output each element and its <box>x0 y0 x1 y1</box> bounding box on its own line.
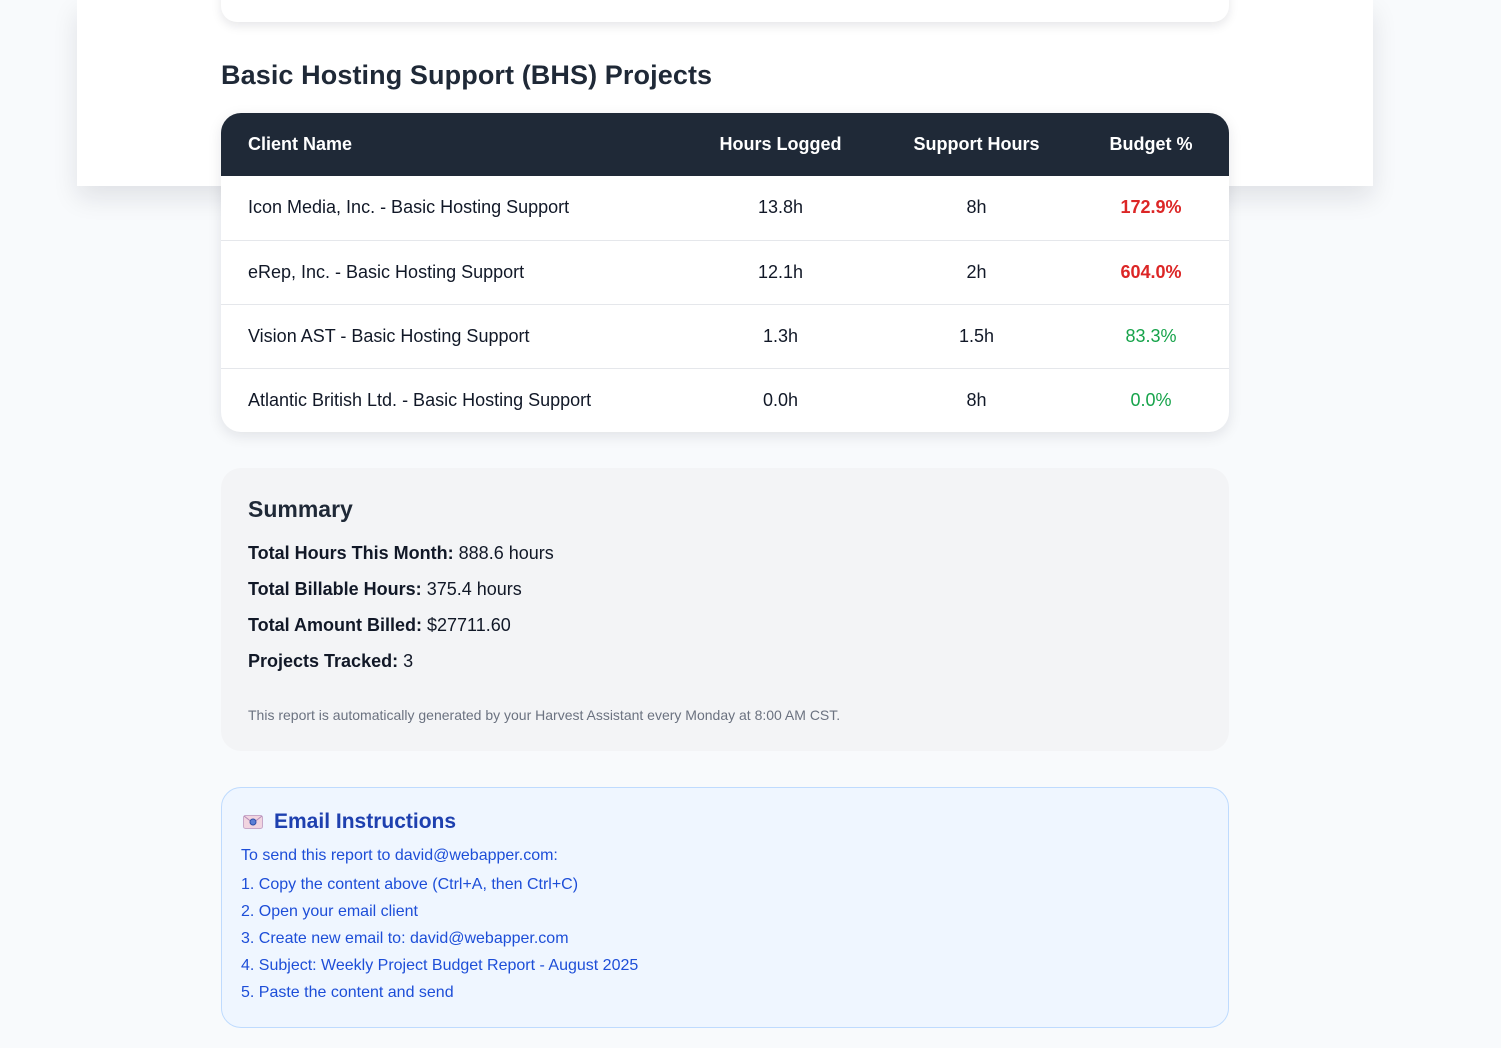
budget-percent-cell: 0.0% <box>1130 389 1172 410</box>
table-row: Icon Media, Inc. - Basic Hosting Support… <box>221 176 1229 240</box>
summary-value: $27711.60 <box>427 615 511 635</box>
email-step: 1. Copy the content above (Ctrl+A, then … <box>241 876 579 893</box>
email-step: 3. Create new email to: david@webapper.c… <box>241 930 569 947</box>
summary-label: Total Billable Hours: <box>248 579 422 599</box>
email-instructions-panel: Email Instructions To send this report t… <box>221 787 1229 1028</box>
report-page: Basic Hosting Support (BHS) Projects Cli… <box>0 0 1501 1048</box>
summary-note: This report is automatically generated b… <box>248 707 841 723</box>
summary-label: Total Hours This Month: <box>248 543 454 563</box>
column-header-hours-logged: Hours Logged <box>719 134 842 154</box>
section-title: Basic Hosting Support (BHS) Projects <box>221 60 713 90</box>
hours-logged-cell: 1.3h <box>762 325 799 346</box>
email-step: 4. Subject: Weekly Project Budget Report… <box>241 957 639 974</box>
support-hours-cell: 8h <box>966 389 987 410</box>
client-name-cell: Vision AST - Basic Hosting Support <box>248 325 530 346</box>
support-hours-cell: 8h <box>966 197 987 218</box>
hours-logged-cell: 12.1h <box>757 261 804 282</box>
table-row: eRep, Inc. - Basic Hosting Support 12.1h… <box>221 240 1229 304</box>
summary-billable-hours: Total Billable Hours: 375.4 hours <box>248 579 1202 615</box>
summary-amount-billed: Total Amount Billed: $27711.60 <box>248 615 1202 651</box>
email-step: 2. Open your email client <box>241 903 418 920</box>
summary-value: 888.6 hours <box>458 543 554 563</box>
summary-value: 375.4 hours <box>426 579 522 599</box>
hours-logged-cell: 13.8h <box>757 197 804 218</box>
column-header-support-hours: Support Hours <box>913 134 1040 154</box>
summary-label: Projects Tracked: <box>248 651 399 671</box>
client-name-cell: eRep, Inc. - Basic Hosting Support <box>248 261 525 282</box>
support-hours-cell: 2h <box>966 261 987 282</box>
table-row: Atlantic British Ltd. - Basic Hosting Su… <box>221 368 1229 432</box>
summary-value: 3 <box>403 651 414 671</box>
budget-percent-cell: 604.0% <box>1120 261 1182 282</box>
bhs-table: Client Name Hours Logged Support Hours B… <box>221 113 1229 432</box>
summary-panel: Summary Total Hours This Month: 888.6 ho… <box>221 468 1229 751</box>
client-name-cell: Atlantic British Ltd. - Basic Hosting Su… <box>248 389 592 410</box>
column-header-budget: Budget % <box>1109 134 1193 154</box>
envelope-icon <box>243 815 263 829</box>
email-instructions-header: Email Instructions <box>241 808 1209 836</box>
column-header-client: Client Name <box>248 134 353 154</box>
hours-logged-cell: 0.0h <box>762 389 799 410</box>
email-intro: To send this report to david@webapper.co… <box>241 847 558 864</box>
support-hours-cell: 1.5h <box>958 325 995 346</box>
summary-total-hours: Total Hours This Month: 888.6 hours <box>248 543 1202 579</box>
budget-percent-cell: 172.9% <box>1120 197 1182 218</box>
bhs-table-card: Client Name Hours Logged Support Hours B… <box>221 113 1229 432</box>
client-name-cell: Icon Media, Inc. - Basic Hosting Support <box>248 197 570 218</box>
previous-section-card <box>221 0 1229 22</box>
budget-percent-cell: 83.3% <box>1125 325 1177 346</box>
email-step: 5. Paste the content and send <box>241 984 454 1001</box>
summary-label: Total Amount Billed: <box>248 615 422 635</box>
summary-title: Summary <box>248 496 353 522</box>
table-row: Vision AST - Basic Hosting Support 1.3h … <box>221 304 1229 368</box>
email-instructions-title: Email Instructions <box>274 810 457 833</box>
summary-projects-tracked: Projects Tracked: 3 <box>248 651 1202 687</box>
table-header-row: Client Name Hours Logged Support Hours B… <box>221 113 1229 176</box>
